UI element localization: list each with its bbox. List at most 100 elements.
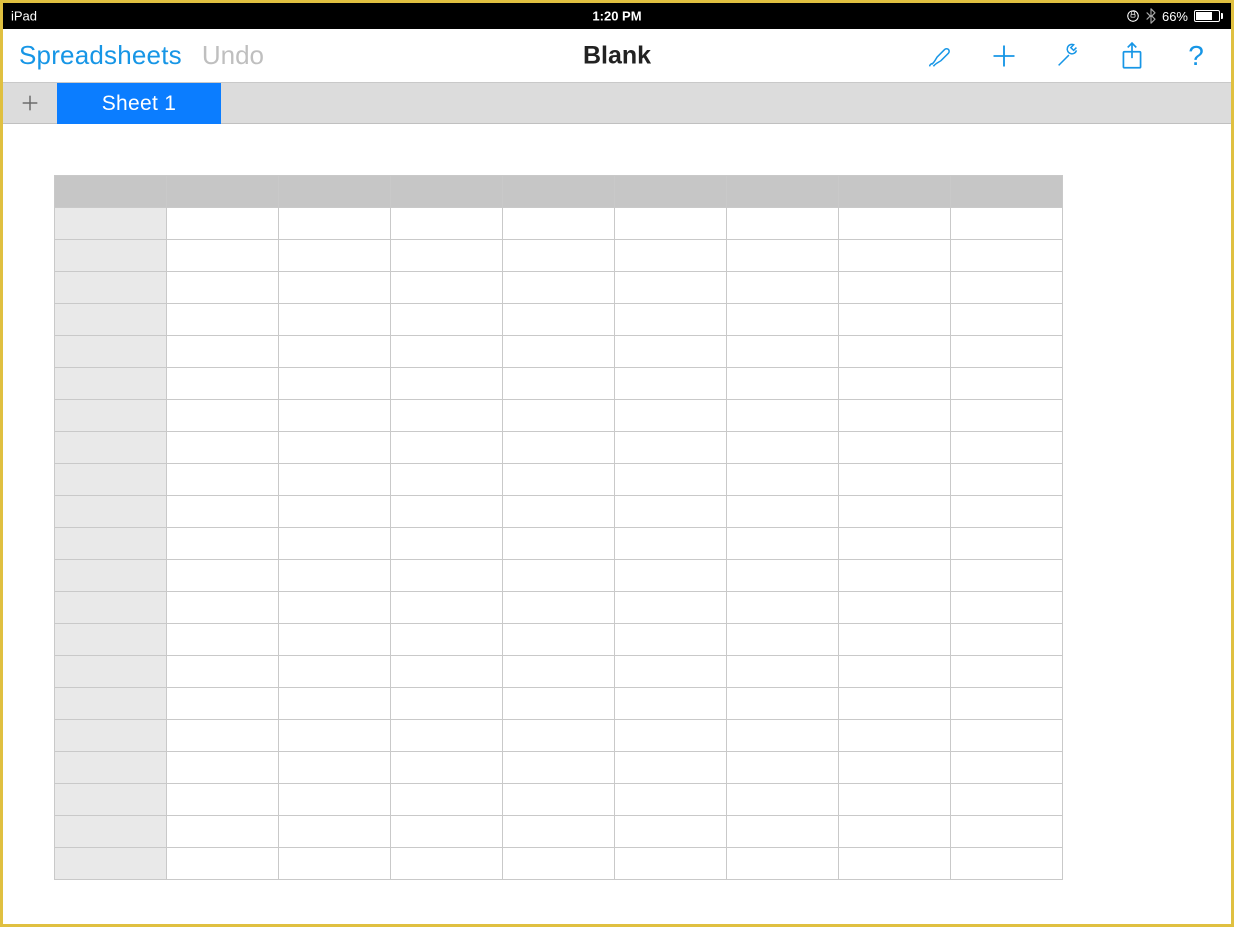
cell[interactable] [727,368,839,400]
cell[interactable] [391,816,503,848]
cell[interactable] [951,240,1063,272]
column-header[interactable] [503,176,615,208]
cell[interactable] [615,496,727,528]
cell[interactable] [615,592,727,624]
row-header[interactable] [55,816,167,848]
table-row[interactable] [55,752,1063,784]
cell[interactable] [839,720,951,752]
cell[interactable] [391,336,503,368]
cell[interactable] [615,464,727,496]
cell[interactable] [727,656,839,688]
cell[interactable] [167,624,279,656]
column-header[interactable] [615,176,727,208]
column-header[interactable] [391,176,503,208]
table-row[interactable] [55,208,1063,240]
cell[interactable] [503,240,615,272]
column-header[interactable] [55,176,167,208]
row-header[interactable] [55,720,167,752]
cell[interactable] [615,240,727,272]
cell[interactable] [279,752,391,784]
cell[interactable] [951,560,1063,592]
cell[interactable] [167,848,279,880]
cell[interactable] [503,368,615,400]
cell[interactable] [615,752,727,784]
cell[interactable] [503,496,615,528]
cell[interactable] [279,304,391,336]
cell[interactable] [503,464,615,496]
cell[interactable] [615,784,727,816]
cell[interactable] [951,336,1063,368]
row-header[interactable] [55,848,167,880]
table-row[interactable] [55,592,1063,624]
cell[interactable] [839,496,951,528]
cell[interactable] [167,272,279,304]
table-row[interactable] [55,528,1063,560]
share-icon[interactable] [1117,41,1147,71]
cell[interactable] [279,784,391,816]
cell[interactable] [951,688,1063,720]
cell[interactable] [727,432,839,464]
insert-plus-icon[interactable] [989,41,1019,71]
cell[interactable] [615,208,727,240]
cell[interactable] [391,592,503,624]
cell[interactable] [839,688,951,720]
cell[interactable] [167,368,279,400]
cell[interactable] [615,400,727,432]
cell[interactable] [951,592,1063,624]
cell[interactable] [615,336,727,368]
cell[interactable] [167,496,279,528]
table-row[interactable] [55,848,1063,880]
cell[interactable] [279,720,391,752]
cell[interactable] [503,336,615,368]
cell[interactable] [279,336,391,368]
add-sheet-button[interactable] [3,83,57,123]
cell[interactable] [951,272,1063,304]
tools-wrench-icon[interactable] [1053,41,1083,71]
cell[interactable] [167,816,279,848]
cell[interactable] [839,272,951,304]
cell[interactable] [839,784,951,816]
cell[interactable] [615,656,727,688]
cell[interactable] [279,240,391,272]
cell[interactable] [951,784,1063,816]
table-row[interactable] [55,240,1063,272]
cell[interactable] [391,848,503,880]
cell[interactable] [279,272,391,304]
row-header[interactable] [55,592,167,624]
cell[interactable] [279,432,391,464]
cell[interactable] [391,656,503,688]
cell[interactable] [951,368,1063,400]
cell[interactable] [391,688,503,720]
cell[interactable] [615,848,727,880]
cell[interactable] [279,656,391,688]
row-header[interactable] [55,304,167,336]
cell[interactable] [951,848,1063,880]
cell[interactable] [167,400,279,432]
cell[interactable] [167,432,279,464]
table-row[interactable] [55,368,1063,400]
cell[interactable] [951,496,1063,528]
cell[interactable] [279,816,391,848]
cell[interactable] [727,400,839,432]
cell[interactable] [391,784,503,816]
row-header[interactable] [55,240,167,272]
cell[interactable] [727,560,839,592]
cell[interactable] [727,272,839,304]
cell[interactable] [615,560,727,592]
cell[interactable] [279,688,391,720]
cell[interactable] [839,656,951,688]
cell[interactable] [167,752,279,784]
cell[interactable] [727,592,839,624]
cell[interactable] [167,688,279,720]
column-header[interactable] [839,176,951,208]
row-header[interactable] [55,624,167,656]
cell[interactable] [391,752,503,784]
cell[interactable] [503,624,615,656]
cell[interactable] [839,592,951,624]
cell[interactable] [839,304,951,336]
cell[interactable] [503,656,615,688]
row-header[interactable] [55,400,167,432]
cell[interactable] [839,240,951,272]
cell[interactable] [167,784,279,816]
sheet-tab-active[interactable]: Sheet 1 [57,83,221,124]
